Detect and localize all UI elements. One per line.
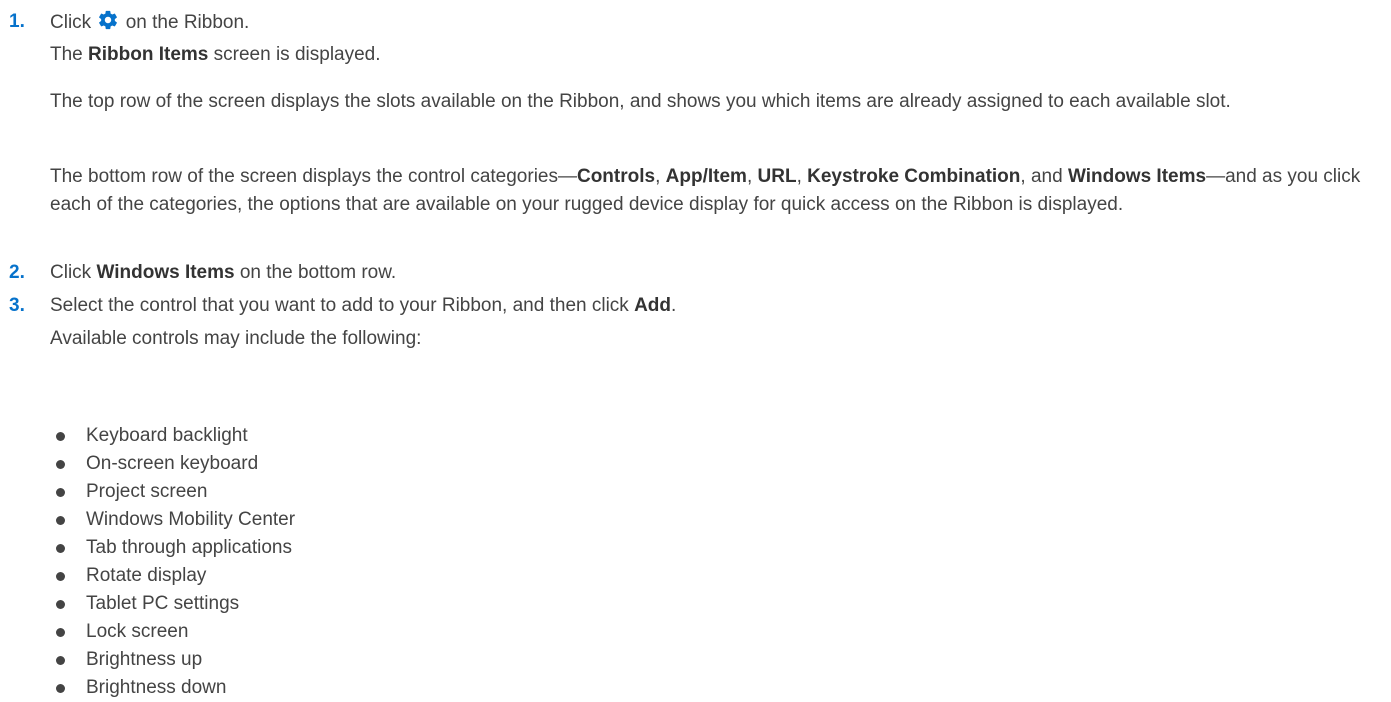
- add-label: Add: [634, 295, 672, 316]
- bullet-icon: [56, 656, 65, 665]
- list-item: Project screen: [56, 478, 295, 506]
- bullet-icon: [56, 544, 65, 553]
- keystroke-combination-label: Keystroke Combination: [807, 166, 1021, 187]
- bullet-icon: [56, 488, 65, 497]
- url-label: URL: [757, 166, 797, 187]
- bullet-icon: [56, 628, 65, 637]
- list-item: Tab through applications: [56, 534, 295, 562]
- bullet-icon: [56, 432, 65, 441]
- step-number: 2.: [9, 262, 25, 283]
- list-item: Tablet PC settings: [56, 590, 295, 618]
- step-2-instruction: Click Windows Items on the bottom row.: [50, 262, 397, 283]
- list-item: On-screen keyboard: [56, 450, 295, 478]
- step-1-paragraph-top-row: The top row of the screen displays the s…: [50, 91, 1231, 112]
- list-item: Rotate display: [56, 562, 295, 590]
- available-controls-list: Keyboard backlight On-screen keyboard Pr…: [56, 422, 295, 702]
- list-item: Brightness down: [56, 674, 295, 702]
- step-1-instruction: Click on the Ribbon.: [50, 9, 249, 36]
- windows-items-label: Windows Items: [96, 262, 235, 283]
- list-item: Windows Mobility Center: [56, 506, 295, 534]
- bullet-icon: [56, 516, 65, 525]
- bullet-icon: [56, 460, 65, 469]
- list-item: Brightness up: [56, 646, 295, 674]
- gear-icon: [97, 9, 119, 31]
- windows-items-label: Windows Items: [1067, 166, 1207, 187]
- controls-label: Controls: [576, 166, 656, 187]
- step-number: 3.: [9, 295, 25, 316]
- ribbon-items-label: Ribbon Items: [88, 44, 209, 65]
- list-item: Keyboard backlight: [56, 422, 295, 450]
- bullet-icon: [56, 572, 65, 581]
- bullet-icon: [56, 600, 65, 609]
- step-3-intro: Available controls may include the follo…: [50, 328, 422, 349]
- bullet-icon: [56, 684, 65, 693]
- step-1-paragraph-bottom-row: The bottom row of the screen displays th…: [50, 166, 1361, 215]
- step-3-instruction: Select the control that you want to add …: [50, 295, 677, 316]
- step-1-result: The Ribbon Items screen is displayed.: [50, 44, 381, 65]
- step-number: 1.: [9, 11, 25, 32]
- list-item: Lock screen: [56, 618, 295, 646]
- app-item-label: App/Item: [665, 166, 747, 187]
